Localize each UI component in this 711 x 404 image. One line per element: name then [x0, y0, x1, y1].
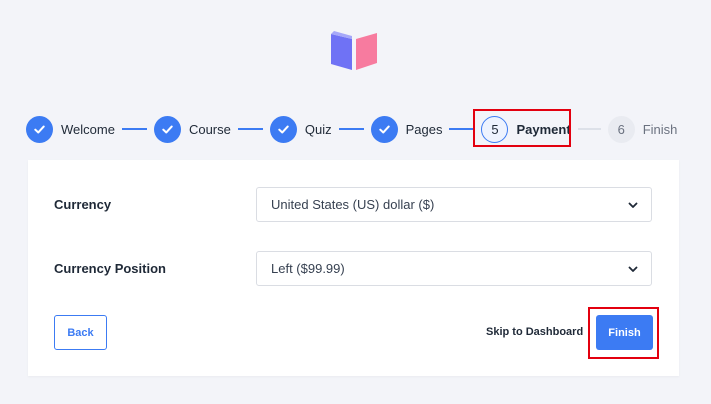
check-icon — [370, 115, 398, 143]
currency-selected-value: United States (US) dollar ($) — [271, 197, 435, 212]
step-finish[interactable]: 6 Finish — [607, 115, 678, 143]
step-label: Quiz — [304, 121, 332, 137]
check-icon — [269, 115, 297, 143]
currency-select[interactable]: United States (US) dollar ($) — [256, 187, 652, 222]
step-connector — [577, 128, 601, 130]
step-number-badge: 6 — [607, 115, 635, 143]
step-connector — [237, 128, 263, 130]
chevron-down-icon — [628, 266, 638, 272]
setup-stepper: Welcome Course Quiz Pages 5 Payment 6 Fi… — [26, 108, 678, 147]
back-button[interactable]: Back — [54, 315, 107, 350]
step-label: Course — [188, 121, 231, 137]
step-label: Payment — [516, 121, 571, 137]
payment-settings-card: Currency United States (US) dollar ($) C… — [28, 160, 679, 376]
step-quiz[interactable]: Quiz — [269, 115, 332, 143]
step-connector — [338, 128, 364, 130]
step-label: Finish — [642, 121, 678, 137]
step-label: Pages — [405, 121, 443, 137]
step-payment[interactable]: 5 Payment — [473, 108, 572, 147]
skip-to-dashboard-link[interactable]: Skip to Dashboard — [486, 326, 583, 338]
step-number-badge: 5 — [481, 115, 509, 143]
chevron-down-icon — [628, 202, 638, 208]
step-welcome[interactable]: Welcome — [26, 115, 115, 143]
check-icon — [26, 115, 53, 143]
currency-label: Currency — [54, 197, 112, 212]
book-logo-icon — [331, 31, 377, 70]
currency-position-label: Currency Position — [54, 261, 166, 276]
step-course[interactable]: Course — [153, 115, 231, 143]
step-pages[interactable]: Pages — [370, 115, 443, 143]
currency-position-row: Currency Position Left ($99.99) — [54, 251, 653, 286]
step-label: Welcome — [61, 121, 115, 137]
currency-row: Currency United States (US) dollar ($) — [54, 187, 653, 222]
check-icon — [153, 115, 181, 143]
step-connector — [449, 128, 475, 130]
currency-position-select[interactable]: Left ($99.99) — [256, 251, 652, 286]
step-connector — [121, 128, 147, 130]
currency-position-selected-value: Left ($99.99) — [271, 261, 345, 276]
finish-button[interactable]: Finish — [596, 315, 653, 350]
